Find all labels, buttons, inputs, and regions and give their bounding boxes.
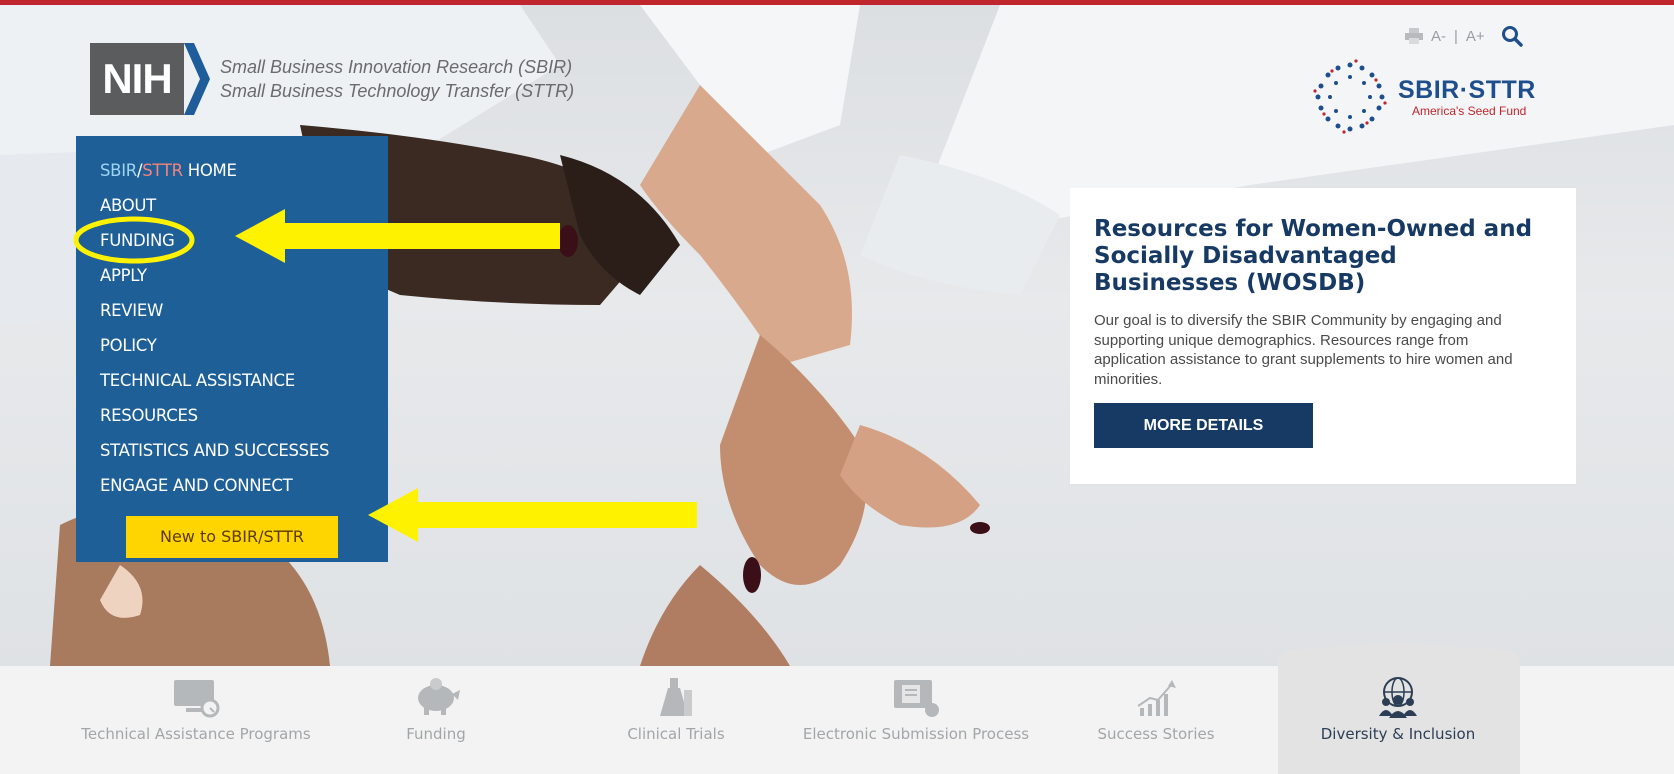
- sbir-sttr-seed-fund-logo[interactable]: SBIR·STTR America's Seed Fund: [1310, 57, 1536, 137]
- card-title: Resources for Women-Owned and Socially D…: [1094, 216, 1533, 296]
- nav-item-engage[interactable]: ENGAGE AND CONNECT: [76, 473, 388, 508]
- feature-success-stories[interactable]: Success Stories: [1036, 666, 1276, 774]
- feature-label: Electronic Submission Process: [802, 725, 1030, 743]
- nih-chevron-icon: [184, 43, 210, 115]
- globe-people-icon: [1379, 677, 1417, 718]
- nav-home-sttr: STTR: [142, 161, 183, 180]
- font-increase-link[interactable]: A+: [1466, 28, 1485, 45]
- feature-technical-assistance[interactable]: Technical Assistance Programs: [76, 666, 316, 774]
- program-name: Small Business Innovation Research (SBIR…: [220, 55, 574, 103]
- nav-home-sbir: SBIR: [100, 161, 137, 180]
- more-details-button[interactable]: MORE DETAILS: [1094, 403, 1313, 448]
- nav-item-resources[interactable]: RESOURCES: [76, 403, 388, 438]
- nav-item-funding[interactable]: FUNDING: [76, 228, 388, 263]
- feature-label: Success Stories: [1097, 725, 1215, 743]
- feature-electronic-submission[interactable]: Electronic Submission Process: [796, 666, 1036, 774]
- nih-logo[interactable]: NIH Small Business Innovation Research (…: [90, 43, 574, 115]
- nav-item-apply[interactable]: APPLY: [76, 263, 388, 298]
- monitor-icon: [174, 680, 220, 718]
- print-icon[interactable]: [1405, 28, 1423, 44]
- feature-funding[interactable]: Funding: [316, 666, 556, 774]
- nav-item-review[interactable]: REVIEW: [76, 298, 388, 333]
- feature-clinical-trials[interactable]: Clinical Trials: [556, 666, 796, 774]
- new-to-sbir-sttr-button[interactable]: New to SBIR/STTR: [126, 516, 338, 558]
- program-name-sttr: Small Business Technology Transfer (STTR…: [220, 81, 575, 101]
- feature-label: Technical Assistance Programs: [81, 725, 311, 743]
- feature-label: Funding: [406, 725, 466, 743]
- seed-logo-subtitle: America's Seed Fund: [1412, 104, 1527, 118]
- program-name-sbir: Small Business Innovation Research (SBIR…: [220, 57, 573, 77]
- hero-banner: NIH Small Business Innovation Research (…: [0, 5, 1674, 666]
- feature-bar: Technical Assistance Programs Funding Cl…: [0, 642, 1674, 774]
- piggy-bank-icon: [418, 678, 460, 715]
- main-nav: SBIR/STTR HOME ABOUT FUNDING APPLY REVIE…: [76, 136, 388, 562]
- utility-links: A- | A+: [1405, 25, 1523, 47]
- feature-label: Diversity & Inclusion: [1320, 725, 1476, 743]
- card-body: Our goal is to diversify the SBIR Commun…: [1094, 312, 1513, 388]
- feature-label: Clinical Trials: [627, 725, 725, 743]
- nav-item-statistics[interactable]: STATISTICS AND SUCCESSES: [76, 438, 388, 473]
- seed-logo-title: SBIR·STTR: [1398, 76, 1536, 104]
- nav-home-label: HOME: [182, 161, 237, 180]
- screen-document-icon: [894, 680, 939, 717]
- font-decrease-link[interactable]: A-: [1431, 28, 1446, 45]
- lab-flask-icon: [660, 678, 692, 716]
- feature-diversity-inclusion[interactable]: Diversity & Inclusion: [1278, 666, 1518, 774]
- wosdb-feature-card: Resources for Women-Owned and Socially D…: [1070, 188, 1576, 484]
- seed-burst-icon: [1313, 59, 1387, 134]
- search-icon[interactable]: [1501, 25, 1523, 47]
- nav-item-home[interactable]: SBIR/STTR HOME: [76, 158, 388, 193]
- nav-item-technical-assistance[interactable]: TECHNICAL ASSISTANCE: [76, 368, 388, 403]
- nav-item-policy[interactable]: POLICY: [76, 333, 388, 368]
- nih-logo-mark: NIH: [90, 43, 184, 115]
- nav-item-about[interactable]: ABOUT: [76, 193, 388, 228]
- growth-chart-icon: [1137, 680, 1176, 716]
- utility-separator: |: [1454, 27, 1458, 45]
